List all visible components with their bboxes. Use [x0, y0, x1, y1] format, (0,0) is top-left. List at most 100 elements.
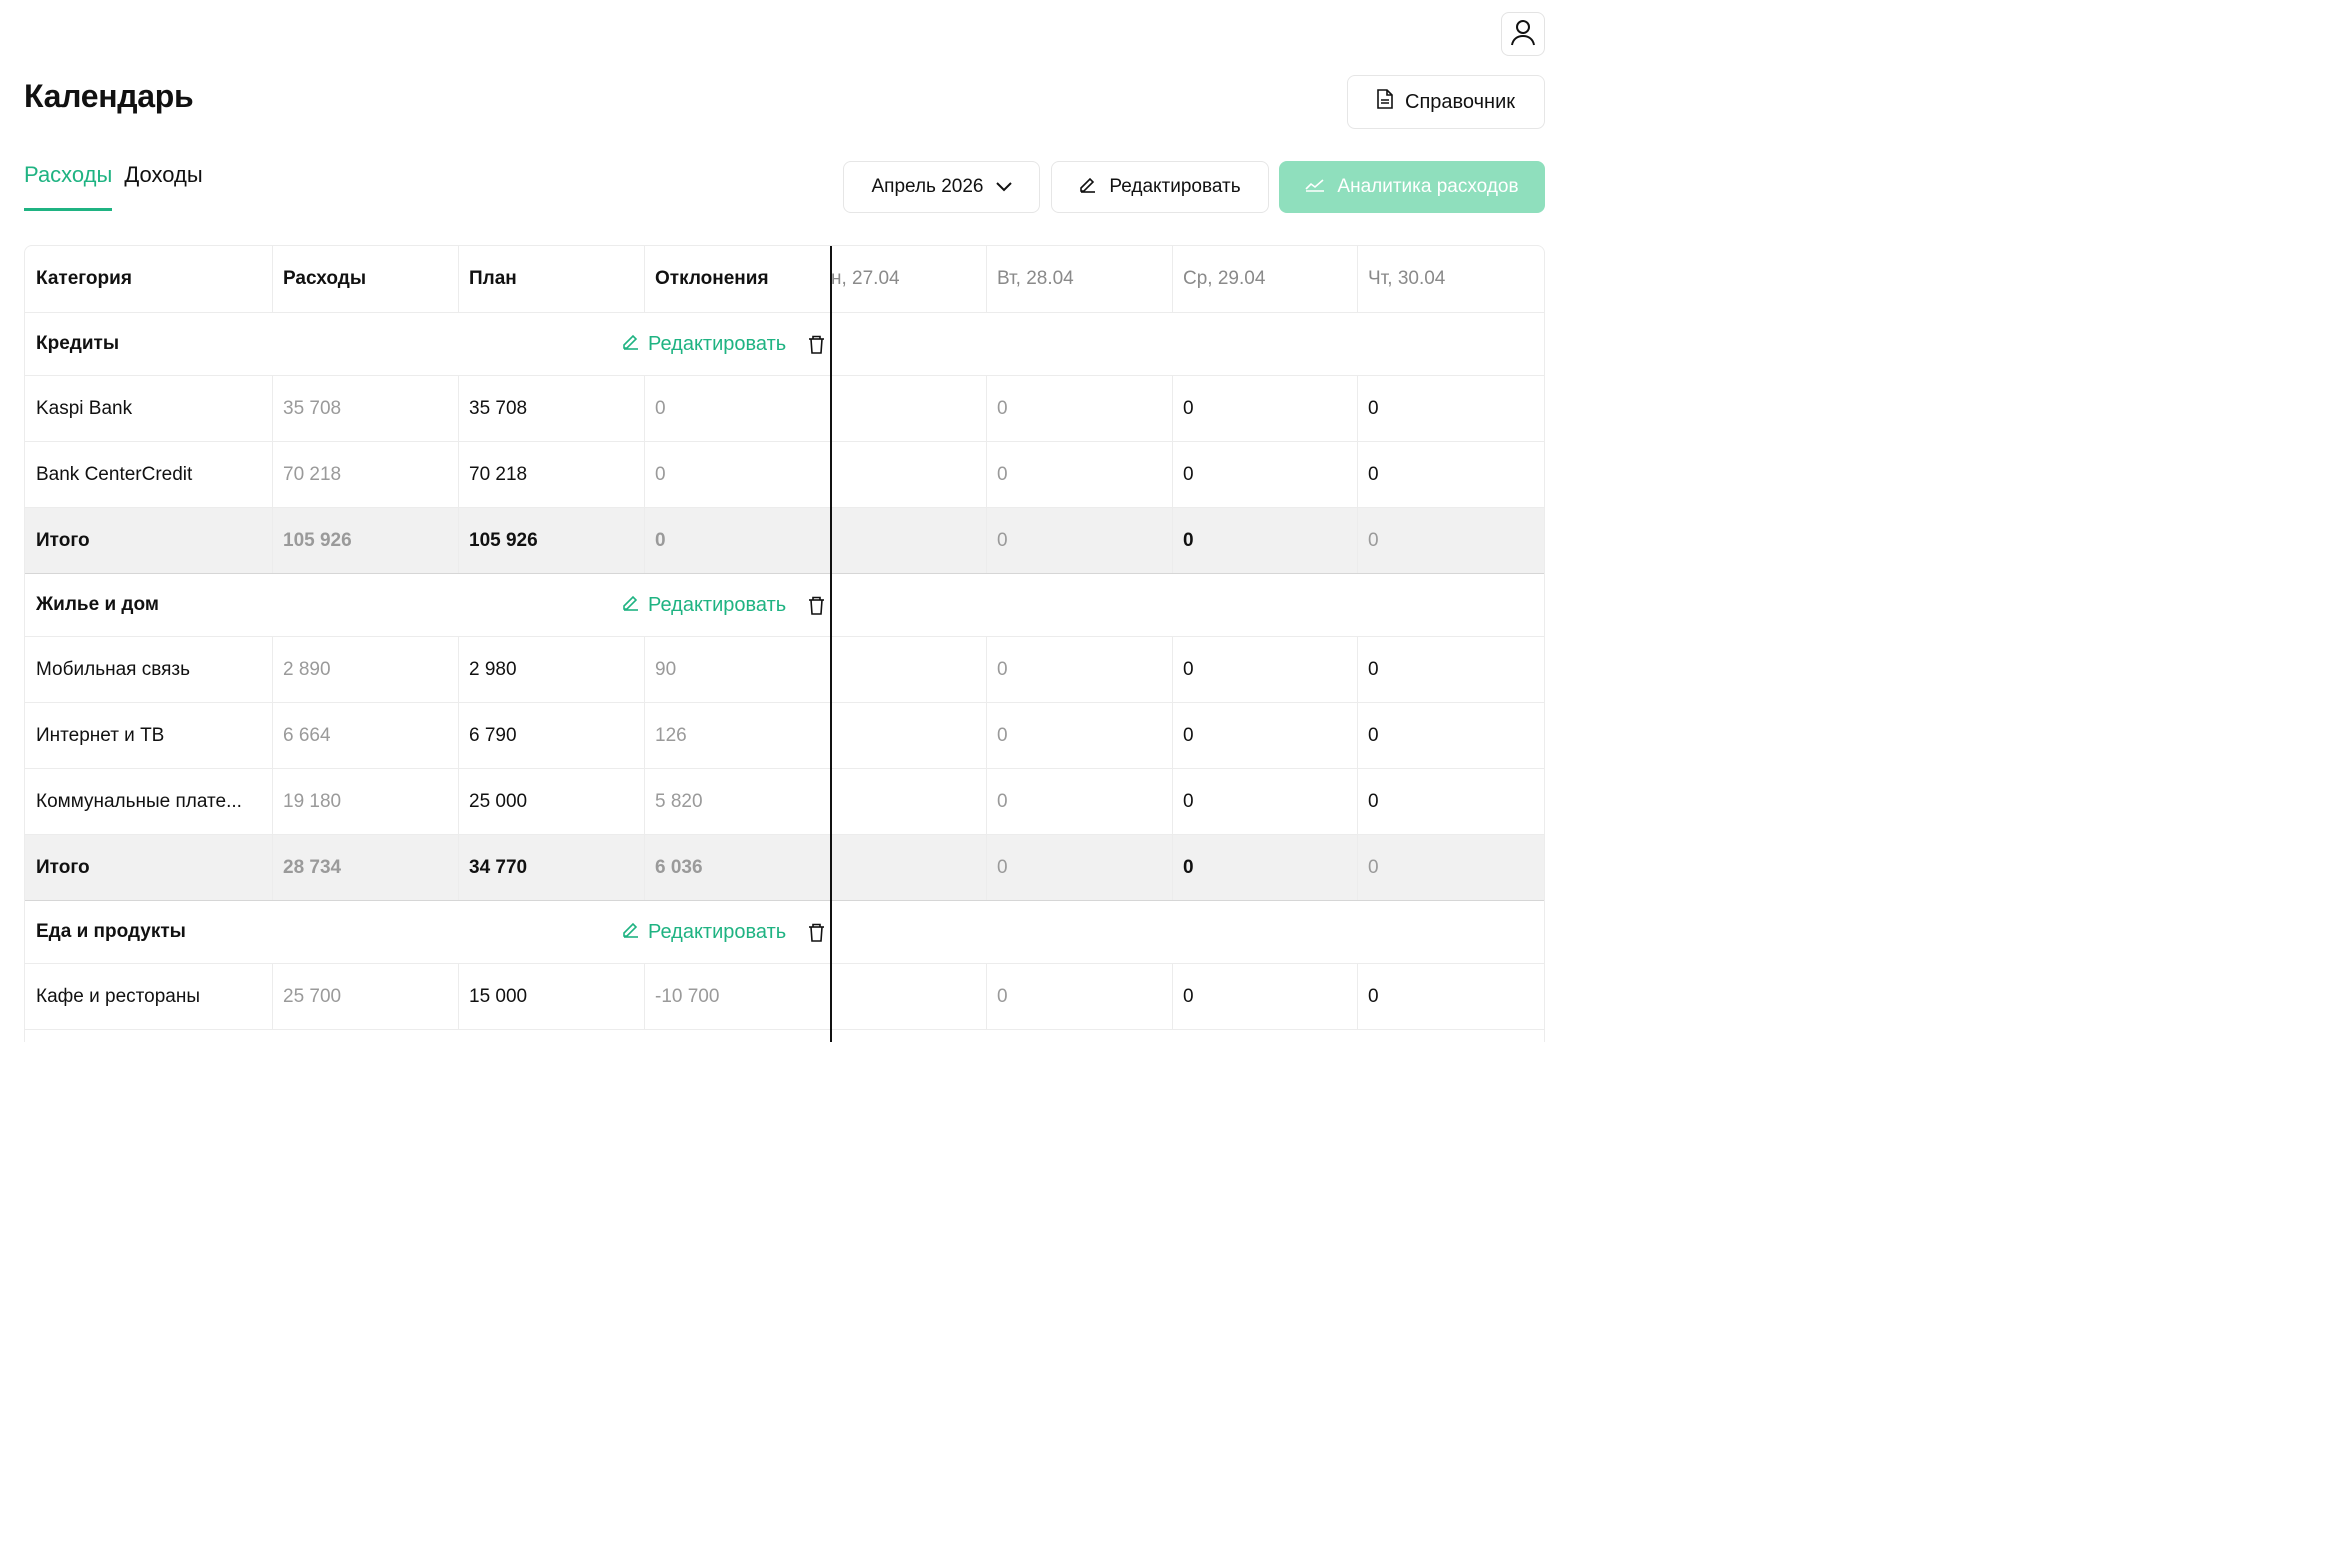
user-icon — [1510, 18, 1536, 51]
edit-button[interactable]: Редактировать — [1051, 161, 1269, 213]
column-divider — [458, 835, 459, 900]
group-edit-label: Редактировать — [648, 332, 787, 355]
column-divider — [272, 769, 273, 834]
column-divider — [986, 246, 987, 312]
column-divider — [458, 442, 459, 507]
group-name: Кредиты — [36, 333, 120, 354]
total-d27 — [831, 835, 986, 900]
cell-d30: 0 — [1368, 790, 1379, 812]
cell-category: Кафе и рестораны — [36, 985, 200, 1007]
column-divider — [1172, 376, 1173, 441]
table-row: Коммунальные плате... 19 180 25 000 5 820 0 0… — [25, 769, 1544, 835]
table-header-row: Категория Расходы План Отклонения н, 27.04 Вт… — [25, 246, 1544, 313]
cell-deviation: -10 700 — [655, 985, 720, 1007]
group-edit-button[interactable]: Редактировать — [622, 901, 786, 963]
group-edit-label: Редактировать — [648, 920, 787, 943]
column-divider — [272, 703, 273, 768]
column-divider — [644, 508, 645, 573]
cell-spent: 19 180 — [283, 790, 342, 812]
cell-d27 — [831, 376, 986, 441]
cell-category: Коммунальные плате... — [36, 790, 242, 812]
total-d30: 0 — [1368, 856, 1379, 878]
reference-button[interactable]: Справочник — [1347, 75, 1545, 129]
table-row: Bank CenterCredit 70 218 70 218 0 0 0 0 — [25, 442, 1544, 508]
total-row: Итого 105 926 105 926 0 0 0 0 — [25, 508, 1544, 574]
total-d28: 0 — [997, 529, 1008, 551]
cell-category: Bank CenterCredit — [36, 463, 193, 485]
column-divider — [1172, 442, 1173, 507]
total-d28: 0 — [997, 856, 1008, 878]
cell-deviation: 90 — [655, 658, 677, 680]
column-divider — [458, 637, 459, 702]
table-row: Kaspi Bank 35 708 35 708 0 0 0 0 — [25, 376, 1544, 442]
total-label: Итого — [36, 529, 90, 551]
column-divider — [644, 703, 645, 768]
column-divider — [986, 508, 987, 573]
total-deviation: 0 — [655, 529, 666, 551]
cell-category: Интернет и ТВ — [36, 724, 165, 746]
group-edit-button[interactable]: Редактировать — [622, 313, 786, 375]
column-divider — [1357, 442, 1358, 507]
cell-category: Kaspi Bank — [36, 397, 133, 419]
document-icon — [1377, 89, 1393, 115]
cell-d28: 0 — [997, 397, 1008, 419]
column-header-day-28: Вт, 28.04 — [997, 268, 1074, 289]
total-d29: 0 — [1183, 529, 1194, 551]
column-divider — [986, 637, 987, 702]
cell-d28: 0 — [997, 985, 1008, 1007]
cell-d28: 0 — [997, 790, 1008, 812]
user-profile-button[interactable] — [1501, 12, 1545, 56]
calendar-table: Категория Расходы План Отклонения н, 27.04 Вт… — [24, 245, 1545, 1042]
cell-spent: 25 700 — [283, 985, 342, 1007]
cell-deviation: 0 — [655, 397, 666, 419]
total-spent: 28 734 — [283, 856, 342, 878]
cell-d28: 0 — [997, 658, 1008, 680]
column-divider — [986, 703, 987, 768]
group-header-row: Жилье и дом Редактировать — [25, 574, 1544, 637]
cell-category: Мобильная связь — [36, 658, 190, 680]
total-row: Итого 28 734 34 770 6 036 0 0 0 — [25, 835, 1544, 901]
table-row: Мобильная связь 2 890 2 980 90 0 0 0 — [25, 637, 1544, 703]
cell-plan: 6 790 — [469, 724, 517, 746]
column-divider — [272, 442, 273, 507]
edit-label: Редактировать — [1109, 176, 1241, 197]
column-divider — [1172, 835, 1173, 900]
trash-icon[interactable] — [808, 313, 825, 375]
column-divider — [458, 964, 459, 1029]
analytics-label: Аналитика расходов — [1337, 176, 1519, 197]
frozen-columns-divider — [830, 246, 832, 1042]
cell-d30: 0 — [1368, 463, 1379, 485]
column-divider — [1357, 637, 1358, 702]
chevron-down-icon — [995, 176, 1012, 198]
trash-icon[interactable] — [808, 574, 825, 636]
trash-icon[interactable] — [808, 901, 825, 963]
cell-d27 — [831, 703, 986, 768]
tab-expenses[interactable]: Расходы — [24, 162, 113, 211]
column-divider — [1172, 637, 1173, 702]
expense-analytics-button[interactable]: Аналитика расходов — [1279, 161, 1545, 213]
group-edit-button[interactable]: Редактировать — [622, 574, 786, 636]
group-header-row: Еда и продукты Редактировать — [25, 901, 1544, 964]
cell-plan: 70 218 — [469, 463, 528, 485]
tab-income[interactable]: Доходы — [124, 162, 202, 211]
cell-d27 — [831, 769, 986, 834]
column-divider — [1172, 964, 1173, 1029]
column-divider — [458, 246, 459, 312]
pencil-icon — [622, 593, 640, 617]
column-divider — [1357, 703, 1358, 768]
column-divider — [272, 637, 273, 702]
cell-spent: 35 708 — [283, 397, 342, 419]
column-divider — [272, 246, 273, 312]
cell-d30: 0 — [1368, 724, 1379, 746]
cell-d27 — [831, 637, 986, 702]
month-select[interactable]: Апрель 2026 — [843, 161, 1040, 213]
group-edit-label: Редактировать — [648, 593, 787, 616]
column-divider — [644, 835, 645, 900]
cell-deviation: 0 — [655, 463, 666, 485]
column-header-spent: Расходы — [283, 268, 367, 289]
cell-spent: 6 664 — [283, 724, 331, 746]
column-divider — [272, 835, 273, 900]
column-divider — [986, 376, 987, 441]
column-header-day-30: Чт, 30.04 — [1368, 268, 1446, 289]
column-header-day-29: Ср, 29.04 — [1183, 268, 1266, 289]
